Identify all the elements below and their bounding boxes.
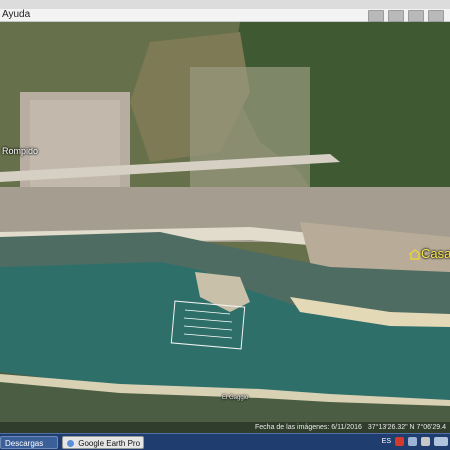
- toolbar-button-icon[interactable]: [408, 10, 424, 22]
- window-titlebar: [0, 0, 450, 9]
- image-date-text: Fecha de las imágenes: 6/11/2016: [255, 424, 362, 431]
- menu-bar: Ayuda: [0, 9, 450, 22]
- place-label-el-gaggio[interactable]: El Gaggio: [222, 395, 248, 401]
- taskbar-button-google-earth[interactable]: Google Earth Pro: [62, 436, 144, 449]
- toolbar-button-icon[interactable]: [388, 10, 404, 22]
- language-indicator[interactable]: ES: [382, 438, 391, 445]
- map-imagery: [0, 22, 450, 433]
- toolbar-button-icon[interactable]: [368, 10, 384, 22]
- map-status-bar: Fecha de las imágenes: 6/11/2016 37°13'2…: [0, 422, 450, 433]
- toolbar-button-icon[interactable]: [428, 10, 444, 22]
- taskbar: Descargas Google Earth Pro ES: [0, 433, 450, 450]
- taskbar-button-downloads[interactable]: Descargas: [0, 436, 58, 449]
- place-label-rompido[interactable]: Rompido: [2, 146, 38, 156]
- volume-icon[interactable]: [421, 437, 430, 446]
- google-earth-icon: [67, 440, 74, 447]
- system-tray: ES: [382, 437, 448, 446]
- toolbar-icons: [368, 10, 444, 22]
- placemark-house-icon[interactable]: [409, 249, 421, 260]
- shield-icon[interactable]: [395, 437, 404, 446]
- taskbar-downloads-label: Descargas: [5, 439, 44, 448]
- coordinates-text: 37°13'26.32" N 7°06'29.4: [367, 424, 446, 431]
- taskbar-app-label: Google Earth Pro: [78, 439, 141, 448]
- satellite-map[interactable]: Rompido Casa El Gaggio: [0, 22, 450, 433]
- network-icon[interactable]: [408, 437, 417, 446]
- clock-icon[interactable]: [434, 437, 448, 446]
- menu-item-help[interactable]: Ayuda: [2, 9, 30, 20]
- place-label-casa[interactable]: Casa: [421, 246, 450, 261]
